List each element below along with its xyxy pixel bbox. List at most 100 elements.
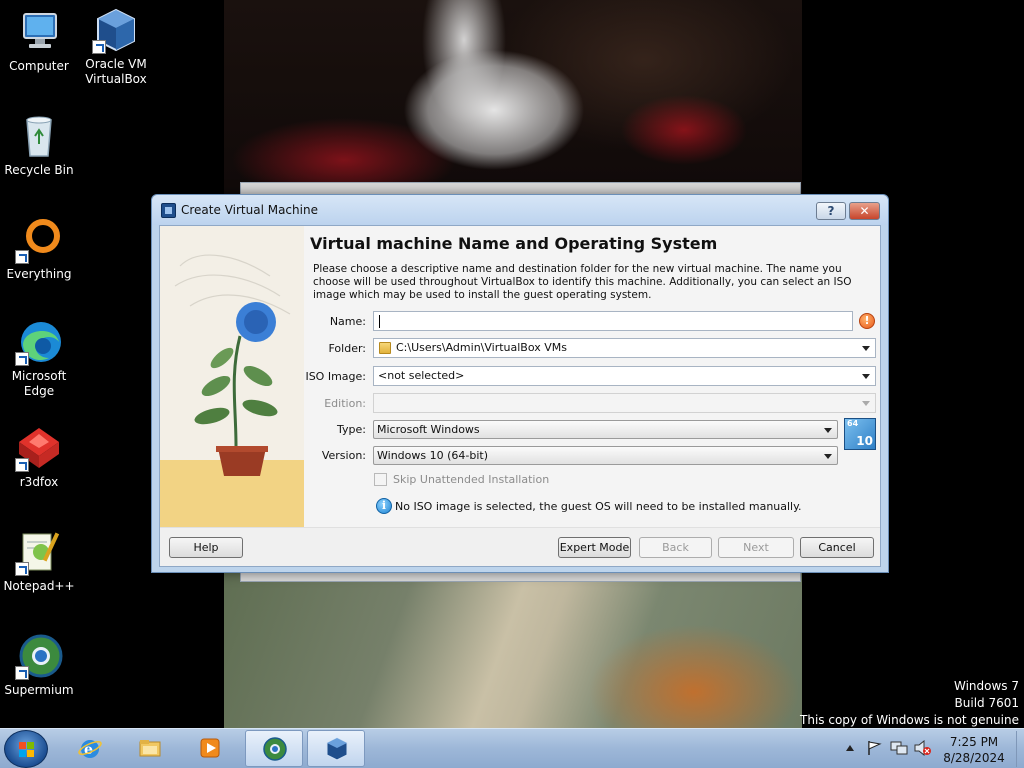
media-player-icon <box>200 738 220 758</box>
os-type-icon: 64 10 <box>844 418 876 450</box>
wizard-side-illustration <box>160 226 304 527</box>
notepad-plus-plus-icon <box>15 528 63 576</box>
version-combobox[interactable]: Windows 10 (64-bit) <box>373 446 838 465</box>
wallpaper-carpet-image <box>224 572 802 728</box>
computer-icon <box>15 8 63 56</box>
next-button[interactable]: Next <box>718 537 794 558</box>
desktop-icon-label: r3dfox <box>19 475 59 489</box>
desktop-icon-computer[interactable]: Computer <box>0 8 78 74</box>
windows-explorer-icon <box>139 740 161 757</box>
folder-combobox[interactable]: C:\Users\Admin\VirtualBox VMs <box>373 338 876 358</box>
type-combobox[interactable]: Microsoft Windows <box>373 420 838 439</box>
dialog-client-area: Virtual machine Name and Operating Syste… <box>159 225 881 567</box>
show-hidden-icons-chevron-icon[interactable] <box>846 745 854 751</box>
shortcut-arrow-icon <box>15 666 29 680</box>
everything-search-icon <box>15 216 63 264</box>
create-vm-dialog: Create Virtual Machine ? ✕ Virtual machi… <box>151 194 889 573</box>
shortcut-arrow-icon <box>15 250 29 264</box>
expert-mode-button[interactable]: Expert Mode <box>558 537 631 558</box>
chevron-down-icon <box>862 401 870 406</box>
volume-muted-icon[interactable] <box>914 740 932 756</box>
type-value: Microsoft Windows <box>377 423 480 436</box>
cancel-button[interactable]: Cancel <box>800 537 874 558</box>
skip-unattended-checkbox[interactable] <box>374 473 387 486</box>
skip-unattended-label: Skip Unattended Installation <box>393 473 550 486</box>
supermium-icon <box>263 737 287 761</box>
watermark-genuine-notice: This copy of Windows is not genuine <box>800 713 1019 727</box>
titlebar-help-button[interactable]: ? <box>816 202 846 220</box>
os-bits-badge: 64 <box>847 419 859 428</box>
recycle-bin-icon <box>15 112 63 160</box>
desktop-icon-label: Everything <box>6 267 72 281</box>
desktop-icon-label: Recycle Bin <box>4 163 74 177</box>
desktop-icon-label: Supermium <box>4 683 74 697</box>
iso-info-message: No ISO image is selected, the guest OS w… <box>395 500 802 513</box>
edition-label: Edition: <box>324 397 366 410</box>
clock-time: 7:25 PM <box>949 735 999 749</box>
iso-image-value: <not selected> <box>378 369 465 382</box>
desktop-icon-virtualbox[interactable]: Oracle VM VirtualBox <box>77 6 155 87</box>
iso-image-combobox[interactable]: <not selected> <box>373 366 876 386</box>
dialog-titlebar[interactable]: Create Virtual Machine ? ✕ <box>152 195 888 225</box>
name-label: Name: <box>329 315 366 328</box>
taskbar: e 7:25 PM 8/28/2024 <box>0 728 1024 768</box>
start-button[interactable] <box>4 730 48 768</box>
wizard-page: Virtual machine Name and Operating Syste… <box>304 226 880 527</box>
type-label: Type: <box>337 423 366 436</box>
desktop-icon-r3dfox[interactable]: r3dfox <box>0 424 78 490</box>
taskbar-virtualbox[interactable] <box>307 730 365 767</box>
text-caret <box>379 315 380 328</box>
clock-date: 8/28/2024 <box>943 751 1005 765</box>
chevron-down-icon <box>824 454 832 459</box>
name-warning-icon: ! <box>859 313 875 329</box>
virtualbox-icon <box>161 203 176 218</box>
system-tray <box>842 729 934 768</box>
shortcut-arrow-icon <box>92 40 106 54</box>
r3dfox-icon <box>15 424 63 472</box>
windows-genuine-watermark: Windows 7 Build 7601 This copy of Window… <box>800 678 1019 729</box>
desktop-icon-notepad-plus-plus[interactable]: Notepad++ <box>0 528 78 594</box>
back-button[interactable]: Back <box>639 537 712 558</box>
titlebar-close-button[interactable]: ✕ <box>849 202 880 220</box>
action-center-flag-icon[interactable] <box>866 740 882 756</box>
chevron-down-icon <box>862 346 870 351</box>
virtualbox-icon <box>92 6 140 54</box>
chevron-down-icon <box>824 428 832 433</box>
desktop-icon-label: Oracle VM VirtualBox <box>85 57 147 86</box>
taskbar-internet-explorer[interactable]: e <box>61 730 119 767</box>
info-icon: i <box>376 498 392 514</box>
watermark-os: Windows 7 <box>953 679 1019 693</box>
desktop-icon-supermium[interactable]: Supermium <box>0 632 78 698</box>
name-input[interactable] <box>373 311 853 331</box>
folder-value: C:\Users\Admin\VirtualBox VMs <box>396 341 567 354</box>
dialog-button-bar: Help Expert Mode Back Next Cancel <box>160 527 880 566</box>
edition-combobox[interactable] <box>373 393 876 413</box>
virtualbox-icon <box>326 737 348 761</box>
taskbar-supermium[interactable] <box>245 730 303 767</box>
desktop-icon-microsoft-edge[interactable]: Microsoft Edge <box>0 318 78 399</box>
supermium-icon <box>15 632 63 680</box>
version-label: Version: <box>321 449 366 462</box>
version-value: Windows 10 (64-bit) <box>377 449 488 462</box>
page-heading: Virtual machine Name and Operating Syste… <box>310 234 718 253</box>
help-button[interactable]: Help <box>169 537 243 558</box>
dialog-title: Create Virtual Machine <box>181 203 318 217</box>
chevron-down-icon <box>862 374 870 379</box>
shortcut-arrow-icon <box>15 562 29 576</box>
shortcut-arrow-icon <box>15 458 29 472</box>
desktop-icon-recycle-bin[interactable]: Recycle Bin <box>0 112 78 178</box>
desktop-icon-label: Notepad++ <box>3 579 75 593</box>
shortcut-arrow-icon <box>15 352 29 366</box>
internet-explorer-icon: e <box>78 740 102 758</box>
desktop-icon-everything[interactable]: Everything <box>0 216 78 282</box>
taskbar-clock[interactable]: 7:25 PM 8/28/2024 <box>936 734 1012 766</box>
taskbar-windows-explorer[interactable] <box>121 730 179 767</box>
network-icon[interactable] <box>890 740 908 756</box>
folder-icon <box>379 342 391 354</box>
show-desktop-button[interactable] <box>1016 731 1024 767</box>
page-description: Please choose a descriptive name and des… <box>313 263 852 301</box>
taskbar-media-player[interactable] <box>181 730 239 767</box>
windows-logo-icon <box>19 742 35 758</box>
watermark-build: Build 7601 <box>954 696 1019 710</box>
folder-label: Folder: <box>328 342 366 355</box>
